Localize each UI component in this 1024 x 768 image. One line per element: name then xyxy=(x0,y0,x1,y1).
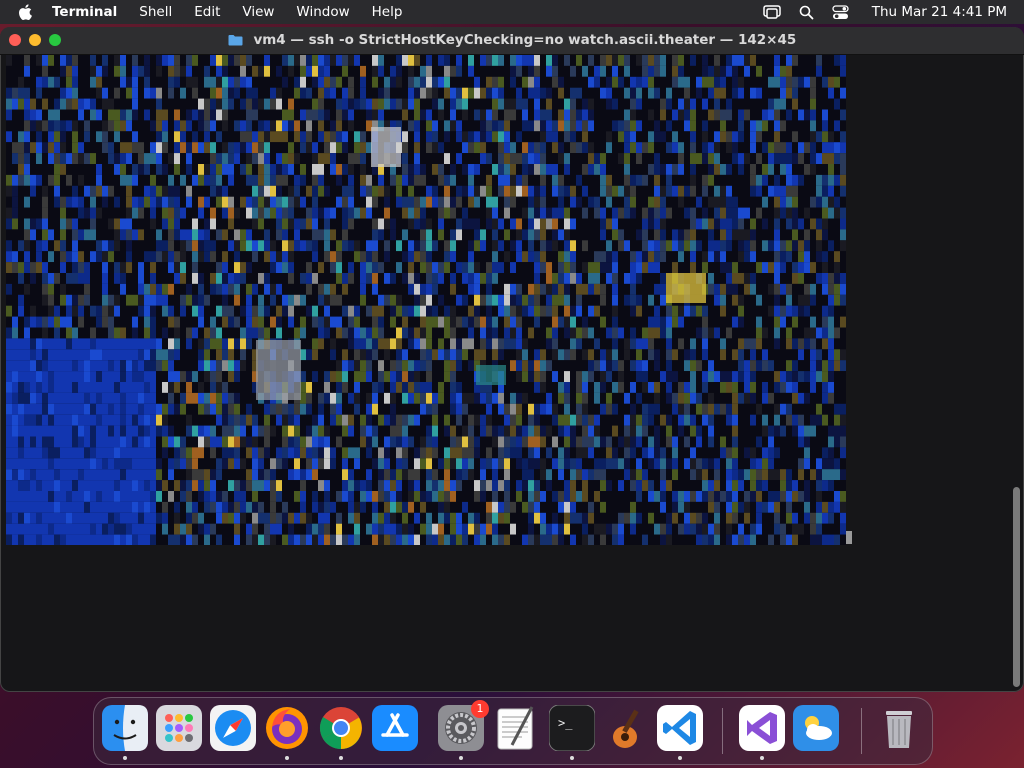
system-settings-icon[interactable]: 1 xyxy=(438,700,489,751)
dock-separator-trash xyxy=(861,708,862,754)
visual-studio-icon[interactable] xyxy=(739,705,785,751)
scrollbar[interactable] xyxy=(1013,487,1020,687)
folder-icon xyxy=(228,35,243,46)
menu-terminal[interactable]: Terminal xyxy=(46,0,128,24)
garageband-icon[interactable] xyxy=(603,705,649,751)
dock: 1 >_ xyxy=(93,697,933,765)
safari-icon[interactable] xyxy=(210,705,256,751)
trash-icon[interactable] xyxy=(876,705,922,751)
system-settings-running-indicator xyxy=(459,756,463,760)
menu-shell[interactable]: Shell xyxy=(128,0,183,24)
launchpad-icon[interactable] xyxy=(156,705,202,751)
menu-help[interactable]: Help xyxy=(361,0,414,24)
menu-window[interactable]: Window xyxy=(285,0,360,24)
spotlight-search-icon[interactable] xyxy=(799,5,814,20)
terminal-content[interactable] xyxy=(6,55,846,545)
chrome-icon[interactable] xyxy=(318,705,364,751)
window-title: vm4 — ssh -o StrictHostKeyChecking=no wa… xyxy=(253,32,797,48)
terminal-window: vm4 — ssh -o StrictHostKeyChecking=no wa… xyxy=(0,27,1024,692)
firefox-running-indicator xyxy=(285,756,289,760)
textedit-icon[interactable] xyxy=(492,705,538,751)
notification-badge: 1 xyxy=(471,700,489,718)
ascii-video-frame xyxy=(6,55,846,545)
menu-edit[interactable]: Edit xyxy=(183,0,231,24)
finder-running-indicator xyxy=(123,756,127,760)
chrome-running-indicator xyxy=(339,756,343,760)
terminal-app-icon[interactable]: >_ xyxy=(549,705,595,751)
vscode-running-indicator xyxy=(678,756,682,760)
apple-menu-icon[interactable] xyxy=(18,4,32,20)
app-store-icon[interactable] xyxy=(372,705,418,751)
dock-separator xyxy=(722,708,723,754)
terminal-cursor xyxy=(846,531,852,544)
menu-bar: Terminal Shell Edit View Window Help Thu… xyxy=(0,0,1024,24)
menu-bar-clock[interactable]: Thu Mar 21 4:41 PM xyxy=(872,4,1007,20)
control-center-icon[interactable] xyxy=(832,4,849,20)
visual-studio-running-indicator xyxy=(760,756,764,760)
finder-icon[interactable] xyxy=(102,705,148,751)
weather-icon[interactable] xyxy=(793,705,839,751)
terminal-running-indicator xyxy=(570,756,574,760)
window-title-bar[interactable]: vm4 — ssh -o StrictHostKeyChecking=no wa… xyxy=(0,27,1024,55)
screen-mirroring-icon[interactable] xyxy=(762,5,781,19)
firefox-icon[interactable] xyxy=(264,705,310,751)
vscode-icon[interactable] xyxy=(657,705,703,751)
menu-view[interactable]: View xyxy=(231,0,285,24)
